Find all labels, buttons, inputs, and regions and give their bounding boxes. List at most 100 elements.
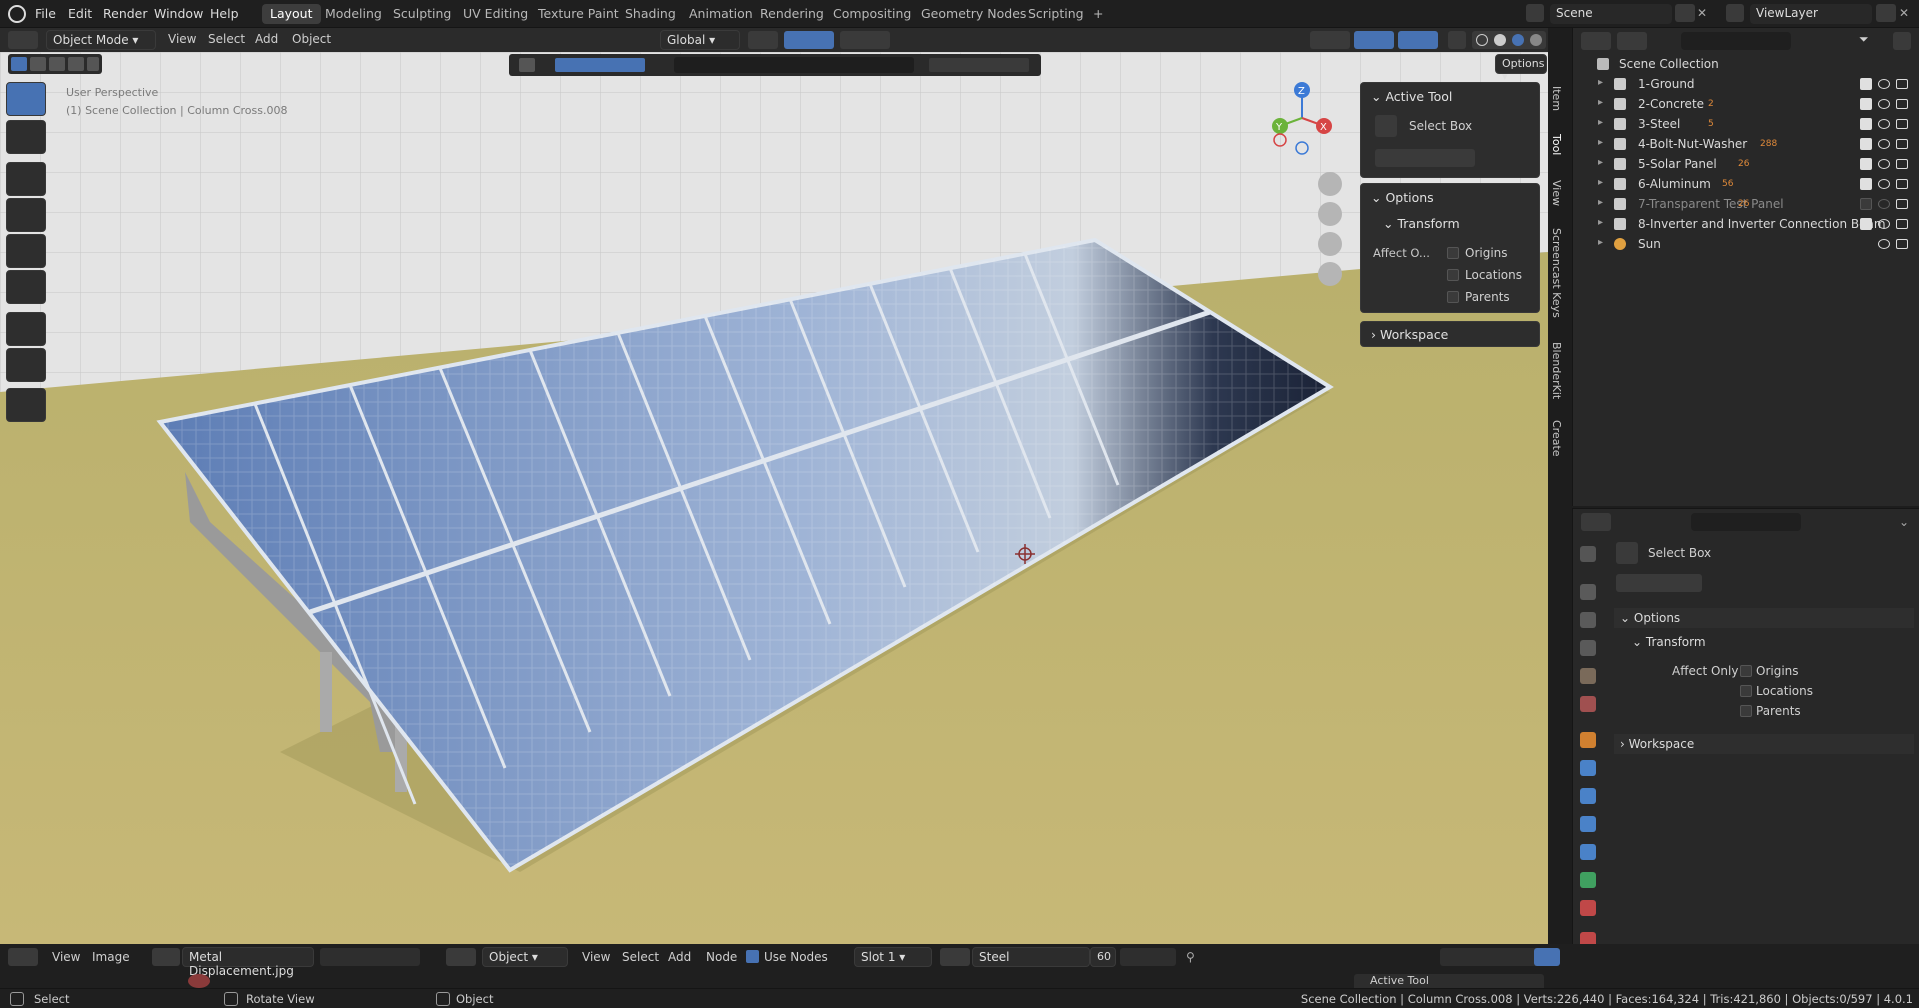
side-tab-create[interactable]: Create <box>1549 420 1563 457</box>
mode-dropdown[interactable]: Object Mode ▾ <box>46 30 156 50</box>
exclude-checkbox[interactable] <box>1860 118 1872 130</box>
menu-help[interactable]: Help <box>210 6 239 21</box>
particles-props-tab-icon[interactable] <box>1580 788 1596 804</box>
scene-name-field[interactable]: Scene <box>1550 4 1672 24</box>
move-tool-icon[interactable] <box>6 162 46 196</box>
menu-file[interactable]: File <box>35 6 56 21</box>
outliner-item[interactable]: ▸ 3-Steel 5 <box>1572 114 1919 134</box>
outliner-editor-icon[interactable] <box>1581 32 1611 50</box>
menu-render[interactable]: Render <box>103 6 148 21</box>
output-props-tab-icon[interactable] <box>1580 612 1596 628</box>
visibility-eye-icon[interactable] <box>1878 139 1890 149</box>
modifier-props-tab-icon[interactable] <box>1580 760 1596 776</box>
menu-edit[interactable]: Edit <box>68 6 92 21</box>
select-intersect-icon[interactable] <box>87 57 99 71</box>
select-new-icon[interactable] <box>11 57 27 71</box>
expand-arrow-icon[interactable]: ▸ <box>1598 197 1603 208</box>
exclude-checkbox[interactable] <box>1860 158 1872 170</box>
annotate-tool-icon[interactable] <box>6 312 46 346</box>
tab-geometry-nodes[interactable]: Geometry Nodes <box>913 4 1034 24</box>
scene-props-tab-icon[interactable] <box>1580 668 1596 684</box>
tab-scripting[interactable]: Scripting <box>1020 4 1092 24</box>
outliner-item[interactable]: ▸ 7-Transparent Test Panel 26 <box>1572 194 1919 214</box>
viewport-menu-object[interactable]: Object <box>292 32 331 46</box>
expand-arrow-icon[interactable]: ▸ <box>1598 77 1603 88</box>
render-camera-icon[interactable] <box>1896 139 1908 149</box>
visibility-eye-icon[interactable] <box>1878 219 1890 229</box>
pivot-icon[interactable] <box>748 31 778 49</box>
visibility-eye-icon[interactable] <box>1878 99 1890 109</box>
node-menu-add[interactable]: Add <box>668 950 691 964</box>
new-collection-icon[interactable] <box>1893 32 1911 50</box>
editor-type-icon[interactable] <box>8 31 38 49</box>
add-cube-tool-icon[interactable] <box>6 388 46 422</box>
visibility-eye-icon[interactable] <box>1878 119 1890 129</box>
outliner-item[interactable]: ▸ 5-Solar Panel 26 <box>1572 154 1919 174</box>
side-tab-blenderkit[interactable]: BlenderKit <box>1549 342 1563 399</box>
new-view-layer-icon[interactable] <box>1876 4 1896 22</box>
tab-modeling[interactable]: Modeling <box>317 4 390 24</box>
gizmo-toggle-icon[interactable] <box>1354 31 1394 49</box>
exclude-checkbox[interactable] <box>1860 138 1872 150</box>
side-tab-item[interactable]: Item <box>1549 86 1563 111</box>
exclude-checkbox[interactable] <box>1860 218 1872 230</box>
side-tab-tool[interactable]: Tool <box>1549 134 1563 155</box>
material-browse-icon[interactable] <box>940 948 970 966</box>
tab-layout[interactable]: Layout <box>262 4 321 24</box>
pan-hand-icon[interactable] <box>1318 202 1342 226</box>
material-name-field[interactable]: Steel <box>972 947 1090 967</box>
expand-arrow-icon[interactable]: ▸ <box>1598 117 1603 128</box>
render-camera-icon[interactable] <box>1896 119 1908 129</box>
tool-mode-buttons[interactable] <box>1375 149 1475 167</box>
node-menu-view[interactable]: View <box>582 950 610 964</box>
viewport-menu-view[interactable]: View <box>168 32 196 46</box>
node-editor-tools-icons[interactable] <box>1440 948 1540 966</box>
tab-texture-paint[interactable]: Texture Paint <box>530 4 627 24</box>
properties-editor-icon[interactable] <box>1581 513 1611 531</box>
options-header[interactable]: ⌄ Options <box>1371 190 1434 205</box>
select-extend-icon[interactable] <box>30 57 46 71</box>
side-tab-view[interactable]: View <box>1549 180 1563 206</box>
node-menu-select[interactable]: Select <box>622 950 659 964</box>
active-tool-header[interactable]: ⌄ Active Tool <box>1371 89 1452 104</box>
view-layer-icon[interactable] <box>1726 4 1744 22</box>
material-props-tab-icon[interactable] <box>1580 900 1596 916</box>
expand-arrow-icon[interactable]: ▸ <box>1598 217 1603 228</box>
origins-checkbox[interactable] <box>1447 247 1459 259</box>
viewport-menu-select[interactable]: Select <box>208 32 245 46</box>
navigation-gizmo[interactable]: Z X Y <box>1262 78 1342 158</box>
properties-options-icon[interactable]: ⌄ <box>1899 515 1909 529</box>
visibility-icon[interactable] <box>1310 31 1350 49</box>
menu-window[interactable]: Window <box>154 6 203 21</box>
props-options-header[interactable]: ⌄ Options <box>1614 608 1914 628</box>
props-transform-header[interactable]: ⌄ Transform <box>1614 632 1914 652</box>
cursor-tool-icon[interactable] <box>6 120 46 154</box>
world-props-tab-icon[interactable] <box>1580 696 1596 712</box>
props-parents-checkbox[interactable] <box>1740 705 1752 717</box>
render-camera-icon[interactable] <box>1896 179 1908 189</box>
select-subtract-icon[interactable] <box>49 57 65 71</box>
workspace-panel[interactable]: › Workspace <box>1360 321 1540 347</box>
node-menu-node[interactable]: Node <box>706 950 737 964</box>
remove-scene-icon[interactable]: ✕ <box>1697 6 1707 20</box>
exclude-checkbox[interactable] <box>1860 198 1872 210</box>
tab-compositing[interactable]: Compositing <box>825 4 919 24</box>
locations-checkbox[interactable] <box>1447 269 1459 281</box>
viewport-search-input[interactable] <box>674 57 914 73</box>
physics-props-tab-icon[interactable] <box>1580 816 1596 832</box>
select-box-tool-icon[interactable] <box>6 82 46 116</box>
object-type-filter-icon[interactable] <box>555 58 645 72</box>
options-dropdown[interactable]: Options ▾ <box>1495 54 1547 83</box>
proportional-edit-icon[interactable] <box>840 31 890 49</box>
outliner-item[interactable]: ▸ Sun <box>1572 234 1919 254</box>
parents-checkbox[interactable] <box>1447 291 1459 303</box>
render-camera-icon[interactable] <box>1896 219 1908 229</box>
tab-shading[interactable]: Shading <box>617 4 684 24</box>
expand-arrow-icon[interactable]: ▸ <box>1598 137 1603 148</box>
view-layer-field[interactable]: ViewLayer <box>1750 4 1872 24</box>
image-browse-icon[interactable] <box>152 948 180 966</box>
shading-modes-icon[interactable] <box>1472 31 1546 49</box>
viewport-menu-add[interactable]: Add <box>255 32 278 46</box>
expand-arrow-icon[interactable]: ▸ <box>1598 177 1603 188</box>
transform-tool-icon[interactable] <box>6 270 46 304</box>
